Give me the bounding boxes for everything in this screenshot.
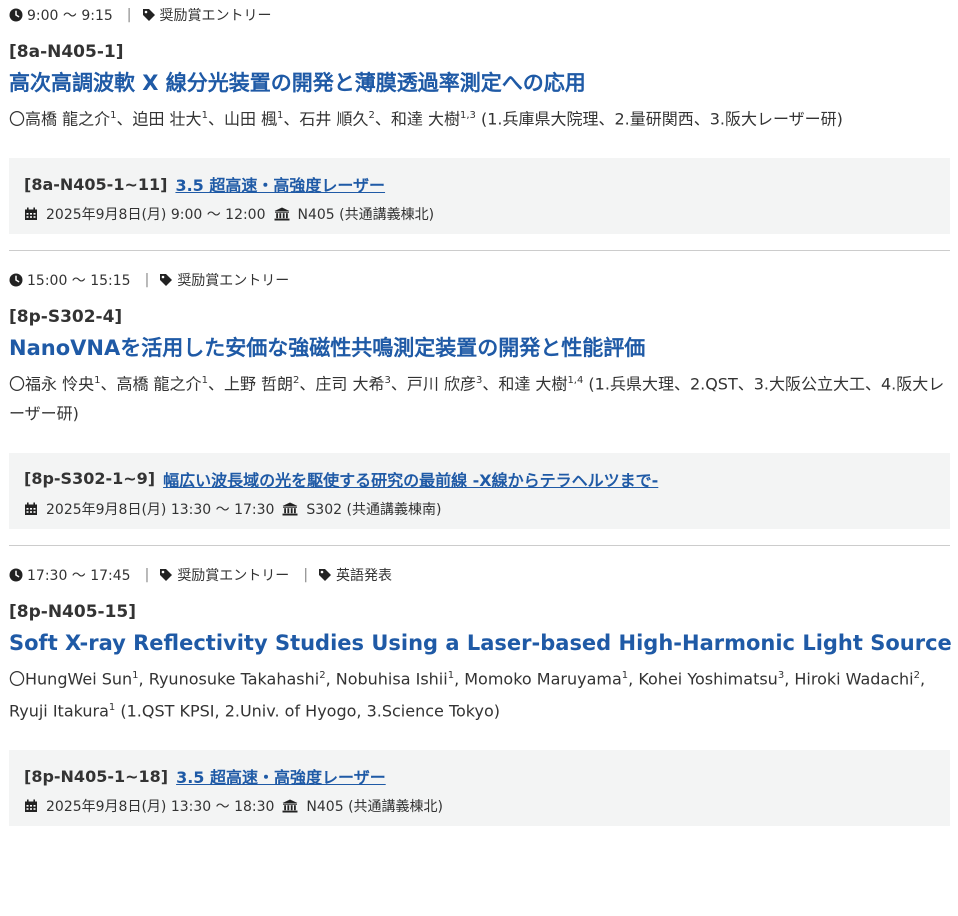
- meta-separator: |: [126, 7, 132, 23]
- calendar-icon: [24, 207, 38, 221]
- presentation-entry: 17:30 〜 17:45 | 奨励賞エントリー | 英語発表 [8p-N405-…: [0, 546, 958, 843]
- session-id: [8p-N405-1~18]: [24, 766, 169, 786]
- tag-icon: [142, 8, 156, 22]
- building-icon: [282, 502, 298, 516]
- tag-icon: [318, 568, 332, 582]
- tag-label: 英語発表: [336, 567, 393, 584]
- session-id: [8p-S302-1~9]: [24, 469, 156, 489]
- calendar-icon: [24, 502, 38, 516]
- entry-code: [8p-S302-4]: [9, 307, 123, 328]
- entry-meta: 15:00 〜 15:15 | 奨励賞エントリー: [9, 265, 950, 295]
- building-icon: [282, 799, 298, 813]
- session-box: [8a-N405-1~11] 3.5 超高速・高強度レーザー 2025年9月8日…: [9, 158, 950, 235]
- session-box: [8p-S302-1~9] 幅広い波長域の光を駆使する研究の最前線 -X線からテ…: [9, 452, 950, 529]
- entry-code: [8a-N405-1]: [9, 42, 124, 62]
- session-id: [8a-N405-1~11]: [24, 174, 168, 194]
- presentation-entry: 9:00 〜 9:15 | 奨励賞エントリー [8a-N405-1] 高次高調波…: [0, 0, 958, 250]
- meta-separator: |: [303, 566, 309, 583]
- clock-icon: [9, 8, 23, 22]
- entry-title[interactable]: NanoVNAを活用した安価な強磁性共鳴測定装置の開発と性能評価: [9, 333, 950, 363]
- session-room: S302 (共通講義棟南): [306, 501, 442, 518]
- tag-label: 奨励賞エントリー: [177, 273, 290, 290]
- entry-time: 15:00 〜 15:15: [27, 273, 131, 290]
- entry-authors: 〇HungWei Sun1, Ryunosuke Takahashi2, Nob…: [9, 668, 926, 721]
- session-date: 2025年9月8日(月) 13:30 〜 17:30: [46, 501, 275, 518]
- session-link[interactable]: 幅広い波長域の光を駆使する研究の最前線 -X線からテラヘルツまで-: [163, 467, 658, 491]
- tag-icon: [159, 273, 173, 287]
- building-icon: [274, 207, 290, 221]
- tag-icon: [159, 568, 173, 582]
- entry-code: [8p-N405-15]: [9, 601, 137, 622]
- entry-meta: 17:30 〜 17:45 | 奨励賞エントリー | 英語発表: [9, 560, 950, 590]
- meta-separator: |: [144, 272, 150, 289]
- entry-authors: 〇福永 怜央1、高橋 龍之介1、上野 哲朗2、庄司 大希3、戸川 欣彦3、和達 …: [9, 374, 945, 423]
- clock-icon: [9, 273, 23, 287]
- session-link[interactable]: 3.5 超高速・高強度レーザー: [175, 172, 385, 196]
- presentation-list: 9:00 〜 9:15 | 奨励賞エントリー [8a-N405-1] 高次高調波…: [0, 0, 958, 842]
- calendar-icon: [24, 799, 38, 813]
- session-link[interactable]: 3.5 超高速・高強度レーザー: [176, 764, 386, 788]
- session-room: N405 (共通講義棟北): [297, 207, 435, 224]
- entry-time: 9:00 〜 9:15: [27, 8, 113, 24]
- tag-label: 奨励賞エントリー: [177, 567, 290, 584]
- session-date: 2025年9月8日(月) 9:00 〜 12:00: [46, 207, 266, 224]
- session-date: 2025年9月8日(月) 13:30 〜 18:30: [46, 799, 275, 816]
- entry-meta: 9:00 〜 9:15 | 奨励賞エントリー: [9, 0, 950, 30]
- entry-authors: 〇高橋 龍之介1、迫田 壮大1、山田 楓1、石井 順久2、和達 大樹1,3 (1…: [9, 109, 843, 129]
- session-room: N405 (共通講義棟北): [306, 799, 443, 816]
- tag-label: 奨励賞エントリー: [159, 8, 272, 24]
- session-box: [8p-N405-1~18] 3.5 超高速・高強度レーザー 2025年9月8日…: [9, 750, 950, 827]
- entry-title[interactable]: 高次高調波軟 X 線分光装置の開発と薄膜透過率測定への応用: [9, 68, 950, 98]
- entry-time: 17:30 〜 17:45: [27, 567, 131, 584]
- presentation-entry: 15:00 〜 15:15 | 奨励賞エントリー [8p-S302-4] Nan…: [0, 251, 958, 544]
- meta-separator: |: [144, 566, 150, 583]
- entry-title[interactable]: Soft X-ray Reflectivity Studies Using a …: [9, 628, 952, 658]
- clock-icon: [9, 568, 23, 582]
